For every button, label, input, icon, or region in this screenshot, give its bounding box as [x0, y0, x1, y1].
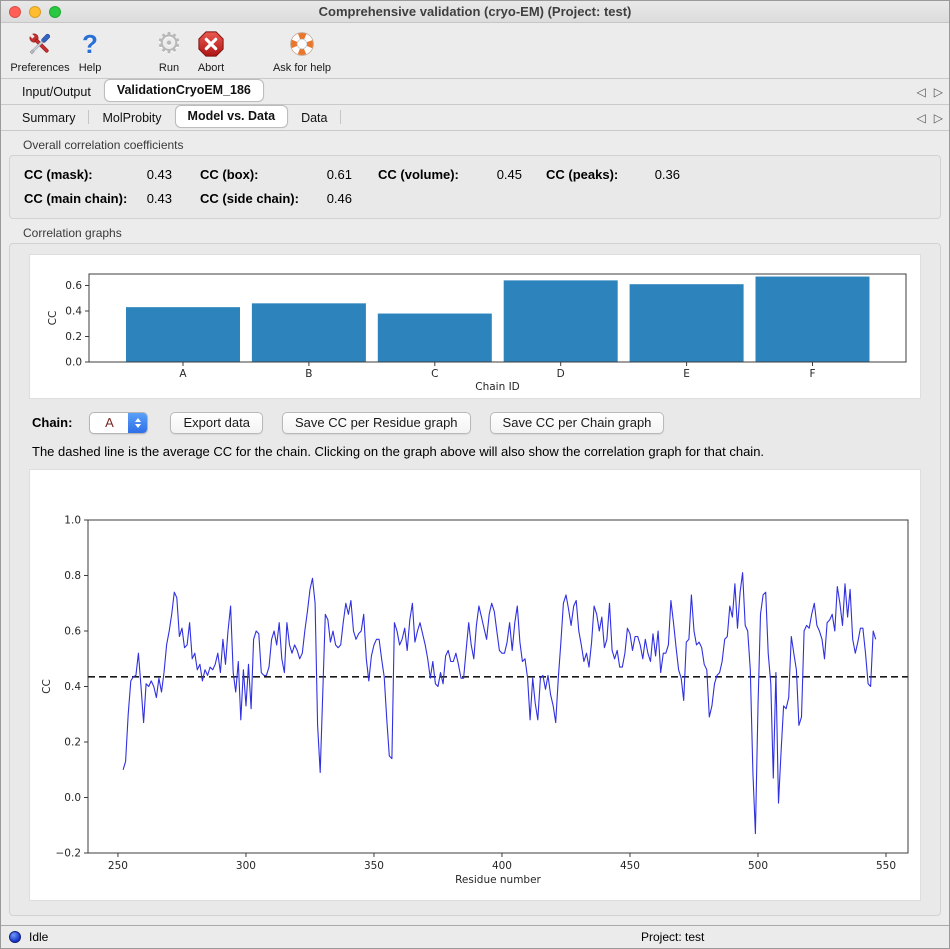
svg-text:0.6: 0.6: [64, 626, 81, 638]
minimize-button[interactable]: [29, 6, 41, 18]
chain-select-value: A: [90, 413, 128, 433]
ask-for-help-label: Ask for help: [271, 62, 333, 74]
tab-separator: [340, 110, 341, 124]
svg-text:C: C: [431, 368, 438, 380]
tab-summary[interactable]: Summary: [9, 107, 88, 130]
save-cc-per-chain-button[interactable]: Save CC per Chain graph: [490, 412, 665, 434]
cc-volume-label: CC (volume):: [378, 167, 478, 182]
cc-per-residue-chart: −0.2 0.0 0.2 0.4 0.6 0.8 1.0 250 300 350 400 450 500…: [29, 469, 921, 901]
svg-text:A: A: [179, 368, 187, 380]
tab-model-vs-data[interactable]: Model vs. Data: [175, 105, 289, 128]
svg-text:550: 550: [876, 860, 896, 872]
save-cc-per-residue-button[interactable]: Save CC per Residue graph: [282, 412, 471, 434]
run-label: Run: [149, 62, 189, 74]
svg-text:0.0: 0.0: [64, 792, 81, 804]
tab-input-output[interactable]: Input/Output: [9, 81, 104, 104]
lifebuoy-icon: [271, 27, 333, 61]
svg-text:300: 300: [236, 860, 256, 872]
main-tab-bar: Input/Output ValidationCryoEM_186 ◁ ▷: [1, 79, 949, 105]
traffic-lights: [9, 6, 61, 18]
svg-text:Chain ID: Chain ID: [475, 381, 520, 393]
abort-label: Abort: [189, 62, 233, 74]
svg-text:0.2: 0.2: [65, 331, 82, 343]
svg-text:1.0: 1.0: [64, 515, 81, 527]
cc-main-chain-label: CC (main chain):: [24, 191, 128, 206]
svg-text:Residue number: Residue number: [455, 874, 541, 886]
close-button[interactable]: [9, 6, 21, 18]
svg-text:−0.2: −0.2: [56, 848, 82, 860]
help-button[interactable]: ? Help: [69, 27, 111, 74]
svg-text:CC: CC: [41, 679, 53, 694]
cc-peaks-label: CC (peaks):: [546, 167, 640, 182]
tab-scroll-right-icon[interactable]: ▷: [934, 112, 943, 124]
status-bar: Idle Project: test: [1, 925, 949, 948]
svg-text:B: B: [305, 368, 312, 380]
svg-text:F: F: [809, 368, 815, 380]
cc-volume-value: 0.45: [478, 167, 522, 182]
abort-button[interactable]: Abort: [189, 27, 233, 74]
preferences-label: Preferences: [7, 62, 73, 74]
cc-side-chain-value: 0.46: [308, 191, 352, 206]
cc-box-label: CC (box):: [200, 167, 308, 182]
svg-text:0.6: 0.6: [65, 280, 82, 292]
chain-select-stepper-icon: [128, 413, 147, 433]
overall-cc-group-label: Overall correlation coefficients: [23, 138, 941, 152]
tab-scroll-right-icon[interactable]: ▷: [934, 86, 943, 98]
svg-text:350: 350: [364, 860, 384, 872]
svg-text:0.8: 0.8: [64, 570, 81, 582]
tab-scroll-left-icon[interactable]: ◁: [917, 112, 926, 124]
titlebar: Comprehensive validation (cryo-EM) (Proj…: [1, 1, 949, 23]
svg-text:0.4: 0.4: [65, 305, 82, 317]
tab-molprobity[interactable]: MolProbity: [89, 107, 174, 130]
tab-scroll-left-icon[interactable]: ◁: [917, 86, 926, 98]
dashed-line-note: The dashed line is the average CC for th…: [32, 444, 926, 459]
svg-text:0.4: 0.4: [64, 681, 81, 693]
help-label: Help: [69, 62, 111, 74]
correlation-graphs-panel: 0.0 0.2 0.4 0.6 A B C D E F Chain ID CC Chain: A Ex…: [9, 243, 941, 916]
tab-validationcryoem-186[interactable]: ValidationCryoEM_186: [104, 79, 264, 102]
cc-mask-label: CC (mask):: [24, 167, 128, 182]
cc-per-chain-chart[interactable]: 0.0 0.2 0.4 0.6 A B C D E F Chain ID CC: [29, 254, 921, 399]
run-gear-icon: ⚙: [156, 29, 182, 59]
export-data-button[interactable]: Export data: [170, 412, 263, 434]
tab-data[interactable]: Data: [288, 107, 340, 130]
svg-text:0.0: 0.0: [65, 357, 82, 369]
cc-peaks-value: 0.36: [640, 167, 680, 182]
project-text: Project: test: [641, 930, 704, 944]
svg-text:0.2: 0.2: [64, 737, 81, 749]
svg-text:400: 400: [492, 860, 512, 872]
app-window: Comprehensive validation (cryo-EM) (Proj…: [0, 0, 950, 949]
help-question-icon: ?: [82, 29, 98, 59]
chain-select[interactable]: A: [89, 412, 148, 434]
main-content: Overall correlation coefficients CC (mas…: [1, 138, 949, 916]
preferences-button[interactable]: Preferences: [7, 27, 73, 74]
tab-scroll-arrows: ◁ ▷: [917, 79, 943, 105]
correlation-graphs-group-label: Correlation graphs: [23, 226, 941, 240]
cc-main-chain-value: 0.43: [128, 191, 172, 206]
status-text: Idle: [29, 930, 48, 944]
cc-box-value: 0.61: [308, 167, 352, 182]
status-led-icon: [9, 931, 21, 943]
overall-cc-panel: CC (mask): 0.43 CC (box): 0.61 CC (volum…: [9, 155, 941, 219]
chain-controls: Chain: A Export data Save CC per Residue…: [32, 411, 926, 434]
tab-scroll-arrows: ◁ ▷: [917, 105, 943, 131]
run-button[interactable]: ⚙ Run: [149, 27, 189, 74]
window-title: Comprehensive validation (cryo-EM) (Proj…: [1, 1, 949, 22]
sub-tab-bar: Summary MolProbity Model vs. Data Data ◁…: [1, 105, 949, 131]
cc-mask-value: 0.43: [128, 167, 172, 182]
ask-for-help-button[interactable]: Ask for help: [271, 27, 333, 74]
svg-text:D: D: [557, 368, 565, 380]
svg-text:E: E: [683, 368, 690, 380]
svg-text:450: 450: [620, 860, 640, 872]
svg-text:250: 250: [108, 860, 128, 872]
svg-text:500: 500: [748, 860, 768, 872]
chain-label: Chain:: [32, 415, 72, 430]
abort-stop-icon: [189, 27, 233, 61]
toolbar: Preferences ? Help ⚙ Run Abort: [1, 23, 949, 79]
cc-side-chain-label: CC (side chain):: [200, 191, 308, 206]
svg-text:CC: CC: [47, 311, 59, 326]
zoom-button[interactable]: [49, 6, 61, 18]
preferences-tools-icon: [7, 27, 73, 61]
